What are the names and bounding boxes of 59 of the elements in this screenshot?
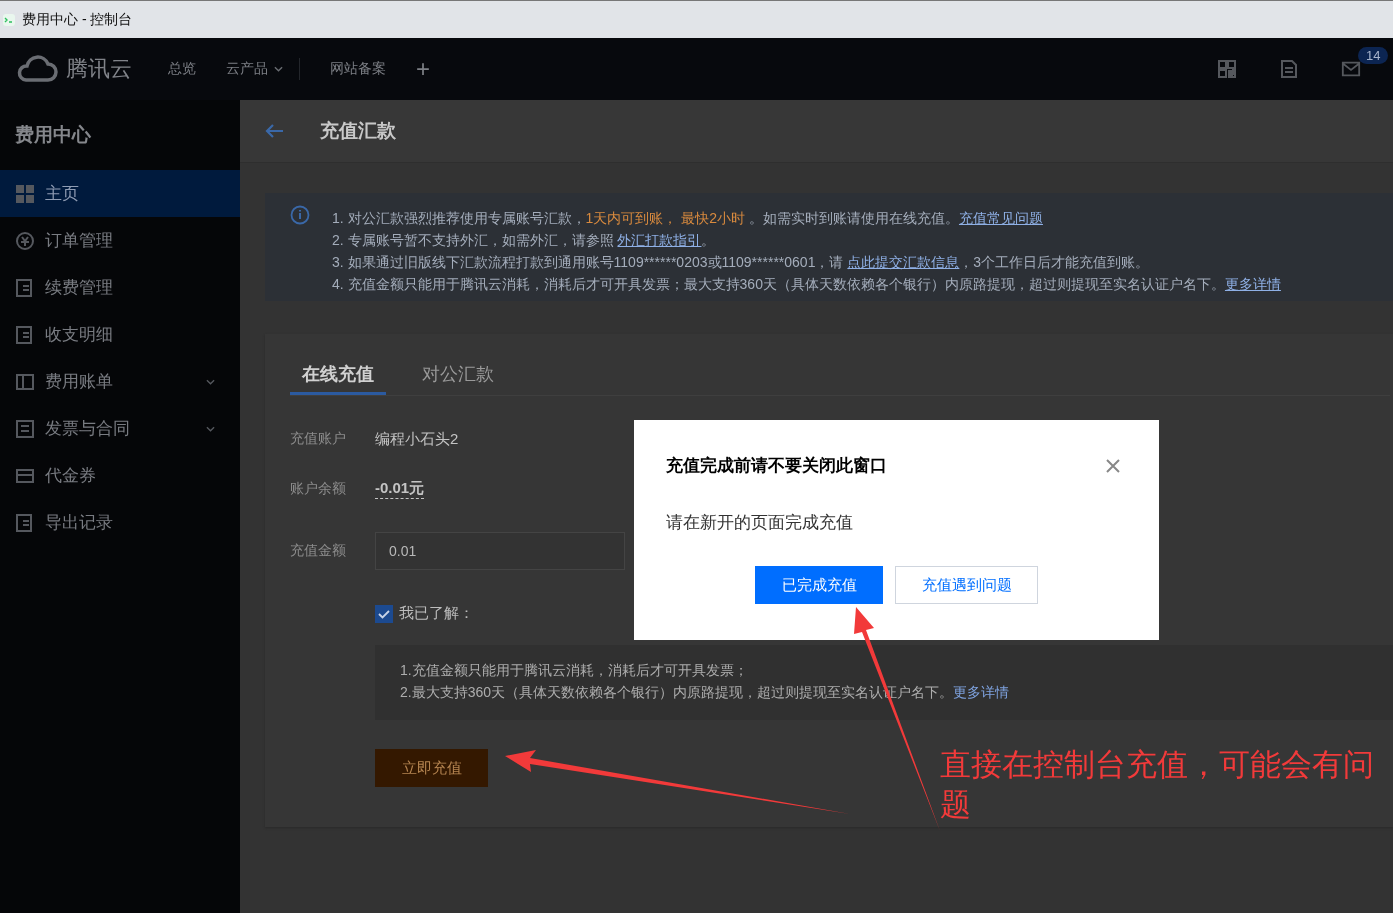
notice-text: 1. 对公汇款强烈推荐使用专属账号汇款，1天内可到账， 最快2小时 。如需实时到账请使用在线充值。充值常见问题: [332, 209, 1044, 228]
back-arrow-icon[interactable]: [264, 123, 284, 139]
mail-icon[interactable]: [1341, 59, 1361, 79]
more-details-link[interactable]: 更多详情: [953, 684, 1010, 700]
nav-item[interactable]: 云产品: [226, 60, 268, 78]
recharge-button[interactable]: 立即充值: [375, 749, 488, 787]
chevron-down-icon[interactable]: [274, 66, 283, 72]
app-icon: [2, 12, 16, 27]
notice-link[interactable]: 充值常见问题: [958, 210, 1043, 226]
coin-icon: [15, 230, 35, 251]
dialog-message: 请在新开的页面完成充值: [666, 512, 854, 534]
amount-input-field[interactable]: 0.01: [375, 532, 625, 570]
notice-link[interactable]: 更多详情: [1224, 276, 1281, 292]
sidebar-item[interactable]: 收支明细: [0, 311, 240, 358]
notice-text: 3. 如果通过旧版线下汇款流程打款到通用账号1109******0203或1109******0601，请 点此提交汇款信息，3个工作日后才能充值到账。: [332, 253, 1151, 272]
balance-value: -0.01元: [375, 479, 425, 499]
field-label: 充值账户: [290, 430, 347, 448]
sidebar-title: 费用中心: [14, 123, 92, 147]
annotation-text: 直接在控制台充值，可能会有问题: [940, 746, 1375, 824]
tab[interactable]: 对公汇款: [410, 356, 506, 395]
cloud-logo-icon[interactable]: [16, 55, 58, 83]
qr-code-icon[interactable]: [1217, 59, 1237, 79]
window-title: 费用中心 - 控制台: [22, 10, 133, 29]
document-icon: [15, 277, 35, 298]
nav-item[interactable]: 网站备案: [330, 60, 386, 78]
field-label: 账户余额: [290, 480, 347, 498]
add-button[interactable]: +: [416, 55, 430, 83]
tab[interactable]: 在线充值: [290, 356, 386, 395]
document-icon[interactable]: [1279, 59, 1299, 79]
brand-name[interactable]: 腾讯云: [66, 54, 132, 84]
grid-icon: [15, 183, 35, 204]
document-icon: [15, 324, 35, 345]
sidebar-item[interactable]: 发票与合同: [0, 405, 240, 452]
terms-text: 1.充值金额只能用于腾讯云消耗，消耗后才可开具发票；: [400, 661, 749, 680]
info-icon: [290, 205, 310, 225]
sidebar-item[interactable]: 续费管理: [0, 264, 240, 311]
notification-badge: 14: [1358, 47, 1389, 64]
notice-text: 2. 专属账号暂不支持外汇，如需外汇，请参照 外汇打款指引。: [332, 231, 717, 250]
notice-link[interactable]: 外汇打款指引: [617, 232, 702, 248]
nav-item[interactable]: 总览: [168, 60, 196, 78]
account-name: 编程小石头2: [375, 429, 459, 449]
confirm-button[interactable]: 已完成充值: [755, 566, 883, 604]
field-label: 充值金额: [290, 542, 347, 560]
notice-link[interactable]: 点此提交汇款信息: [847, 254, 960, 270]
sidebar-item[interactable]: 主页: [0, 170, 240, 217]
document-icon: [15, 512, 35, 533]
sidebar-item[interactable]: 代金券: [0, 452, 240, 499]
sidebar-item[interactable]: 费用账单: [0, 358, 240, 405]
list-icon: [15, 418, 35, 439]
checkbox[interactable]: [375, 604, 393, 623]
problem-button[interactable]: 充值遇到问题: [895, 566, 1038, 604]
checkbox-label: 我已了解：: [399, 604, 474, 623]
book-icon: [15, 371, 35, 392]
close-icon[interactable]: [1105, 457, 1121, 474]
dialog-title: 充值完成前请不要关闭此窗口: [666, 455, 887, 477]
sidebar-item[interactable]: 导出记录: [0, 499, 240, 546]
sidebar-item[interactable]: 订单管理: [0, 217, 240, 264]
page-title: 充值汇款: [320, 119, 396, 143]
notice-text: 4. 充值金额只能用于腾讯云消耗，消耗后才可开具发票；最大支持360天（具体天数依赖各个银行）内原路提现，超过则提现至实名认证户名下。更多详情: [332, 275, 1281, 294]
